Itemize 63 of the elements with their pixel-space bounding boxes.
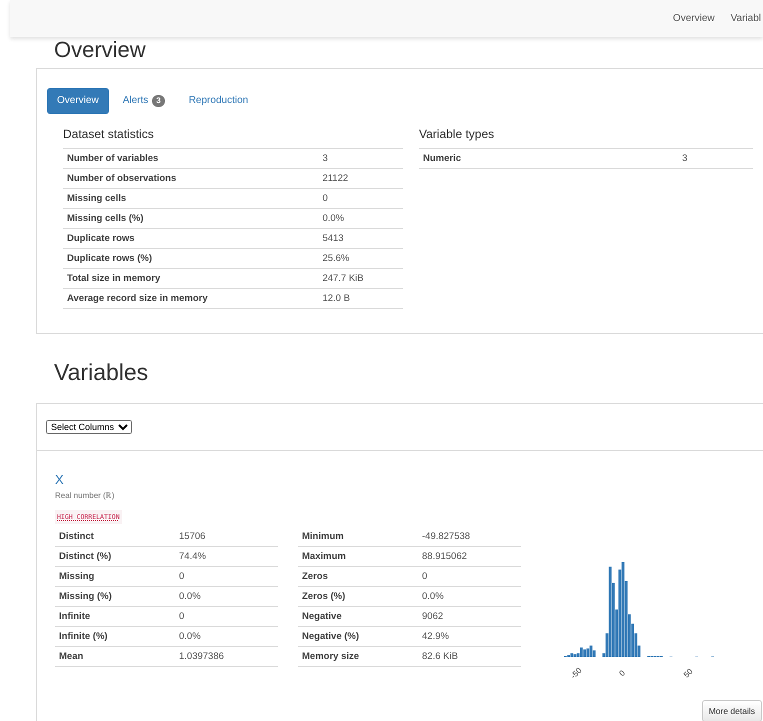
- stat-label: Numeric: [419, 149, 678, 168]
- stat-label: Number of observations: [63, 168, 318, 188]
- variable-name-link[interactable]: X: [55, 473, 763, 487]
- stat-label: Missing (%): [55, 586, 175, 606]
- stat-value: 0: [418, 566, 521, 586]
- tab[interactable]: Alerts 3: [112, 87, 175, 115]
- tab[interactable]: Overview: [47, 88, 109, 114]
- stat-label: Distinct: [55, 527, 175, 546]
- count-badge: 3: [152, 95, 165, 107]
- nav-link[interactable]: Variabl: [730, 13, 761, 24]
- section-heading: Variables: [54, 358, 148, 386]
- stat-value: 0: [175, 606, 278, 626]
- stat-label: Missing cells: [63, 188, 318, 208]
- stat-label: Total size in memory: [63, 268, 318, 288]
- stat-value: 82.6 KiB: [418, 646, 521, 666]
- stat-value: 15706: [175, 527, 278, 546]
- stat-value: 5413: [318, 228, 403, 248]
- stat-label: Zeros: [298, 566, 418, 586]
- stat-label: Maximum: [298, 546, 418, 566]
- column-select[interactable]: Select Columns: [46, 420, 132, 434]
- stat-value: 21122: [318, 168, 403, 188]
- stat-value: 88.915062: [418, 546, 521, 566]
- stat-label: Missing: [55, 566, 175, 586]
- table-title: Variable types: [419, 127, 753, 149]
- stat-value: 0.0%: [175, 586, 278, 606]
- axis-tick-label: 0: [617, 668, 627, 678]
- stat-label: Minimum: [298, 527, 418, 546]
- stat-label: Infinite (%): [55, 626, 175, 646]
- axis-tick-label: -50: [568, 666, 584, 680]
- stat-value: 42.9%: [418, 626, 521, 646]
- stat-value: 74.4%: [175, 546, 278, 566]
- stat-value: -49.827538: [418, 527, 521, 546]
- stat-value: 0.0%: [175, 626, 278, 646]
- stat-label: Duplicate rows (%): [63, 248, 318, 268]
- stat-label: Mean: [55, 646, 175, 666]
- stat-value: 0: [175, 566, 278, 586]
- tab[interactable]: Reproduction: [178, 88, 258, 114]
- table-title: Dataset statistics: [63, 127, 403, 149]
- stat-label: Negative (%): [298, 626, 418, 646]
- stat-label: Infinite: [55, 606, 175, 626]
- stat-label: Number of variables: [63, 149, 318, 168]
- variable-type: Real number (ℝ): [55, 490, 116, 500]
- stat-value: 3: [318, 149, 403, 168]
- stat-value: 9062: [418, 606, 521, 626]
- stat-label: Average record size in memory: [63, 288, 318, 308]
- stat-value: 25.6%: [318, 248, 403, 268]
- stat-value: 0.0%: [418, 586, 521, 606]
- section-heading: Overview: [54, 38, 146, 62]
- stat-label: Zeros (%): [298, 586, 418, 606]
- stat-label: Missing cells (%): [63, 208, 318, 228]
- stat-value: 0: [318, 188, 403, 208]
- stat-value: 12.0 B: [318, 288, 403, 308]
- stat-value: 0.0%: [318, 208, 403, 228]
- more-details-button[interactable]: More details: [702, 700, 762, 721]
- nav-link[interactable]: Overview: [672, 13, 715, 24]
- stat-label: Duplicate rows: [63, 228, 318, 248]
- stat-label: Negative: [298, 606, 418, 626]
- stat-label: Memory size: [298, 646, 418, 666]
- stat-value: 247.7 KiB: [318, 268, 403, 288]
- stat-label: Distinct (%): [55, 546, 175, 566]
- axis-tick-label: 50: [682, 666, 695, 680]
- stat-value: 3: [678, 149, 753, 168]
- stat-value: 1.0397386: [175, 646, 278, 666]
